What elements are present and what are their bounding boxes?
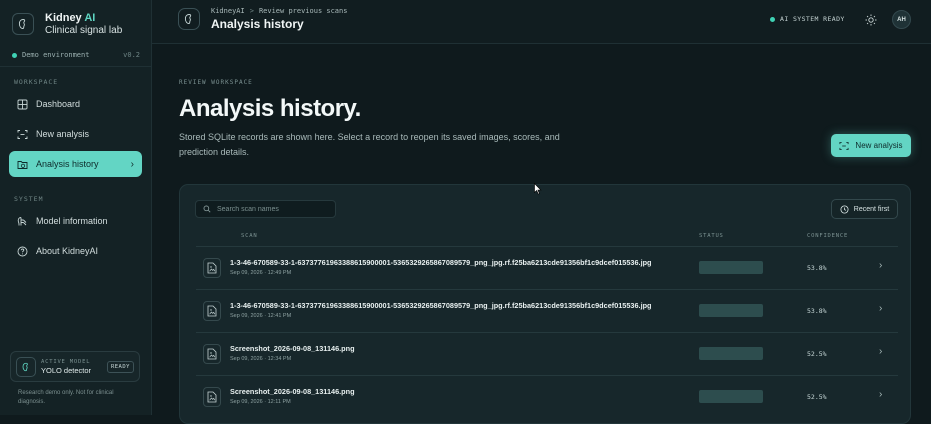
confidence-value: 52.5% <box>807 393 827 401</box>
scan-name: Screenshot_2026-09-08_131146.png <box>230 344 355 353</box>
sidebar-item-model-information[interactable]: Model information <box>9 208 142 234</box>
breadcrumb-separator: > <box>249 7 254 15</box>
avatar[interactable]: AH <box>892 10 911 29</box>
status-badge <box>699 261 763 274</box>
chevron-right-icon[interactable]: › <box>879 389 882 400</box>
system-section-label: SYSTEM <box>14 195 44 203</box>
sidebar-item-label: About KidneyAI <box>36 246 99 256</box>
scan-name: Screenshot_2026-09-08_131146.png <box>230 387 355 396</box>
disclaimer: Research demo only. Not for clinical dia… <box>18 390 114 406</box>
environment-label: Demo environment <box>22 51 90 59</box>
workspace-section-label: WORKSPACE <box>14 78 59 86</box>
grid-icon <box>16 98 28 110</box>
image-file-icon <box>203 258 221 278</box>
scan-date: Sep 09, 2026 · 12:49 PM <box>230 270 292 276</box>
image-file-icon <box>203 301 221 321</box>
active-model-card[interactable]: ACTIVE MODEL YOLO detector READY <box>10 351 140 382</box>
page-title: Analysis history <box>211 17 304 31</box>
kidney-icon <box>16 356 36 377</box>
sidebar-item-label: Model information <box>36 216 108 226</box>
chevron-right-icon[interactable]: › <box>879 303 882 314</box>
main-heading: Analysis history. <box>179 95 361 122</box>
sidebar-item-new-analysis[interactable]: New analysis <box>9 121 142 147</box>
search-box[interactable] <box>195 200 336 218</box>
chevron-right-icon[interactable]: › <box>879 260 882 271</box>
scan-name: 1-3-46-670589-33-1-637377619633886159000… <box>230 301 652 310</box>
sort-button[interactable]: Recent first <box>831 199 898 219</box>
mouse-cursor-icon <box>534 183 542 195</box>
table-row[interactable]: Screenshot_2026-09-08_131146.png Sep 09,… <box>196 375 898 418</box>
sidebar-item-analysis-history[interactable]: Analysis history › <box>9 151 142 177</box>
search-input[interactable] <box>217 205 332 213</box>
brand-subtitle: Clinical signal lab <box>45 25 123 36</box>
confidence-value: 53.8% <box>807 264 827 272</box>
history-panel: Recent first SCAN STATUS CONFIDENCE 1-3-… <box>179 184 911 424</box>
column-header-confidence: CONFIDENCE <box>807 233 849 239</box>
clock-icon <box>840 204 849 214</box>
version-label: v0.2 <box>123 51 140 59</box>
kidney-icon <box>178 8 200 30</box>
status-dot <box>770 16 775 22</box>
scan-date: Sep 09, 2026 · 12:34 PM <box>230 356 292 362</box>
column-header-scan: SCAN <box>241 233 258 239</box>
eyebrow-label: REVIEW WORKSPACE <box>179 79 253 86</box>
column-header-status: STATUS <box>699 233 724 239</box>
scan-date: Sep 09, 2026 · 12:41 PM <box>230 313 292 319</box>
confidence-value: 53.8% <box>807 307 827 315</box>
status-badge <box>699 304 763 317</box>
sidebar-item-label: Analysis history <box>36 159 99 169</box>
new-analysis-button[interactable]: New analysis <box>831 134 911 157</box>
top-bar: KidneyAI > Review previous scans Analysis … <box>152 0 931 44</box>
status-badge: READY <box>106 360 134 373</box>
environment-indicator: Demo environment v0.2 <box>12 51 140 59</box>
breadcrumb: KidneyAI > Review previous scans <box>211 7 347 15</box>
search-icon <box>203 205 211 213</box>
sun-icon <box>865 14 877 26</box>
new-analysis-label: New analysis <box>855 141 903 150</box>
confidence-value: 52.5% <box>807 350 827 358</box>
sidebar-item-about[interactable]: About KidneyAI <box>9 238 142 264</box>
sidebar: Kidney AI Clinical signal lab Demo envir… <box>0 0 152 415</box>
status-dot <box>12 52 17 58</box>
status-badge <box>699 390 763 403</box>
table-row[interactable]: Screenshot_2026-09-08_131146.png Sep 09,… <box>196 332 898 375</box>
system-status: AI SYSTEM READY <box>770 15 845 23</box>
chevron-right-icon: › <box>130 158 134 170</box>
divider <box>0 66 152 67</box>
sidebar-item-label: New analysis <box>36 129 90 139</box>
image-file-icon <box>203 344 221 364</box>
help-icon <box>16 245 28 257</box>
kidney-icon <box>12 13 34 35</box>
table-row[interactable]: 1-3-46-670589-33-1-637377619633886159000… <box>196 289 898 332</box>
scan-date: Sep 09, 2026 · 12:11 PM <box>230 399 291 405</box>
page-description: Stored SQLite records are shown here. Se… <box>179 132 560 157</box>
sidebar-item-label: Dashboard <box>36 99 81 109</box>
sidebar-item-dashboard[interactable]: Dashboard <box>9 91 142 117</box>
image-file-icon <box>203 387 221 407</box>
table-row[interactable]: 1-3-46-670589-33-1-637377619633886159000… <box>196 246 898 289</box>
brand[interactable]: Kidney AI Clinical signal lab <box>12 12 122 36</box>
active-model-label: ACTIVE MODEL <box>41 358 91 365</box>
scan-icon <box>839 141 849 151</box>
model-icon <box>16 215 28 227</box>
history-icon <box>16 158 28 170</box>
status-badge <box>699 347 763 360</box>
brand-name-accent: AI <box>84 12 96 24</box>
scan-name: 1-3-46-670589-33-1-637377619633886159000… <box>230 258 652 267</box>
breadcrumb-current: Review previous scans <box>258 7 348 15</box>
brand-name: Kidney <box>45 12 82 24</box>
system-status-label: AI SYSTEM READY <box>780 15 845 23</box>
sort-label: Recent first <box>853 205 890 213</box>
chevron-right-icon[interactable]: › <box>879 346 882 357</box>
scan-icon <box>16 128 28 140</box>
theme-toggle[interactable] <box>864 13 878 27</box>
breadcrumb-root[interactable]: KidneyAI <box>211 7 245 15</box>
active-model-name: YOLO detector <box>41 365 92 375</box>
